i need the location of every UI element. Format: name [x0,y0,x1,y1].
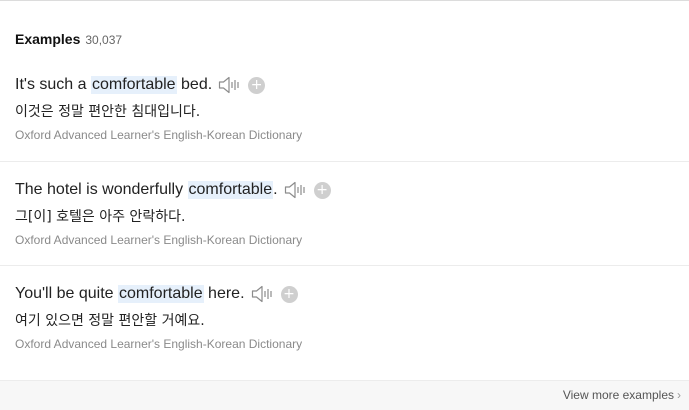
examples-header: Examples 30,037 [15,31,122,49]
example-item: It's such a comfortable bed. + 이것은 정말 편안… [0,57,689,161]
highlighted-keyword: comfortable [187,181,274,199]
add-icon[interactable]: + [313,181,331,199]
sentence-text-after: bed. [176,76,213,93]
view-more-label: View more examples [562,388,674,402]
examples-panel: Examples 30,037 It's such a comfortable … [0,0,689,410]
speaker-icon[interactable] [284,181,308,199]
example-sentence: You'll be quite comfortable here. + [15,283,298,305]
sentence-text-before: It's such a [15,76,91,93]
example-sentence: It's such a comfortable bed. + [15,74,266,96]
sentence-text-before: The hotel is wonderfully [15,181,188,198]
highlighted-keyword: comfortable [118,285,204,303]
example-sentence: The hotel is wonderfully comfortable. + [15,179,331,201]
example-source: Oxford Advanced Learner's English-Korean… [15,128,303,142]
sentence-text-after: here. [203,285,245,302]
add-icon[interactable]: + [248,76,266,94]
sentence-text-after: . [273,181,278,198]
examples-footer: View more examples › [0,380,689,410]
example-source: Oxford Advanced Learner's English-Korean… [15,233,303,247]
highlighted-keyword: comfortable [90,76,177,94]
speaker-icon[interactable] [251,285,275,303]
chevron-right-icon: › [677,388,681,402]
examples-title: Examples [15,31,81,47]
example-source: Oxford Advanced Learner's English-Korean… [15,337,303,351]
add-icon[interactable]: + [280,285,298,303]
examples-count: 30,037 [85,33,123,47]
example-translation: 이것은 정말 편안한 침대입니다. [15,104,201,120]
example-translation: 여기 있으면 정말 편안할 거예요. [15,313,205,329]
view-more-examples-link[interactable]: View more examples › [563,388,681,402]
example-item: You'll be quite comfortable here. + 여기 있… [0,265,689,369]
sentence-text-before: You'll be quite [15,285,118,302]
example-item: The hotel is wonderfully comfortable. + … [0,161,689,265]
speaker-icon[interactable] [218,76,242,94]
example-translation: 그[이] 호텔은 아주 안락하다. [15,209,186,225]
